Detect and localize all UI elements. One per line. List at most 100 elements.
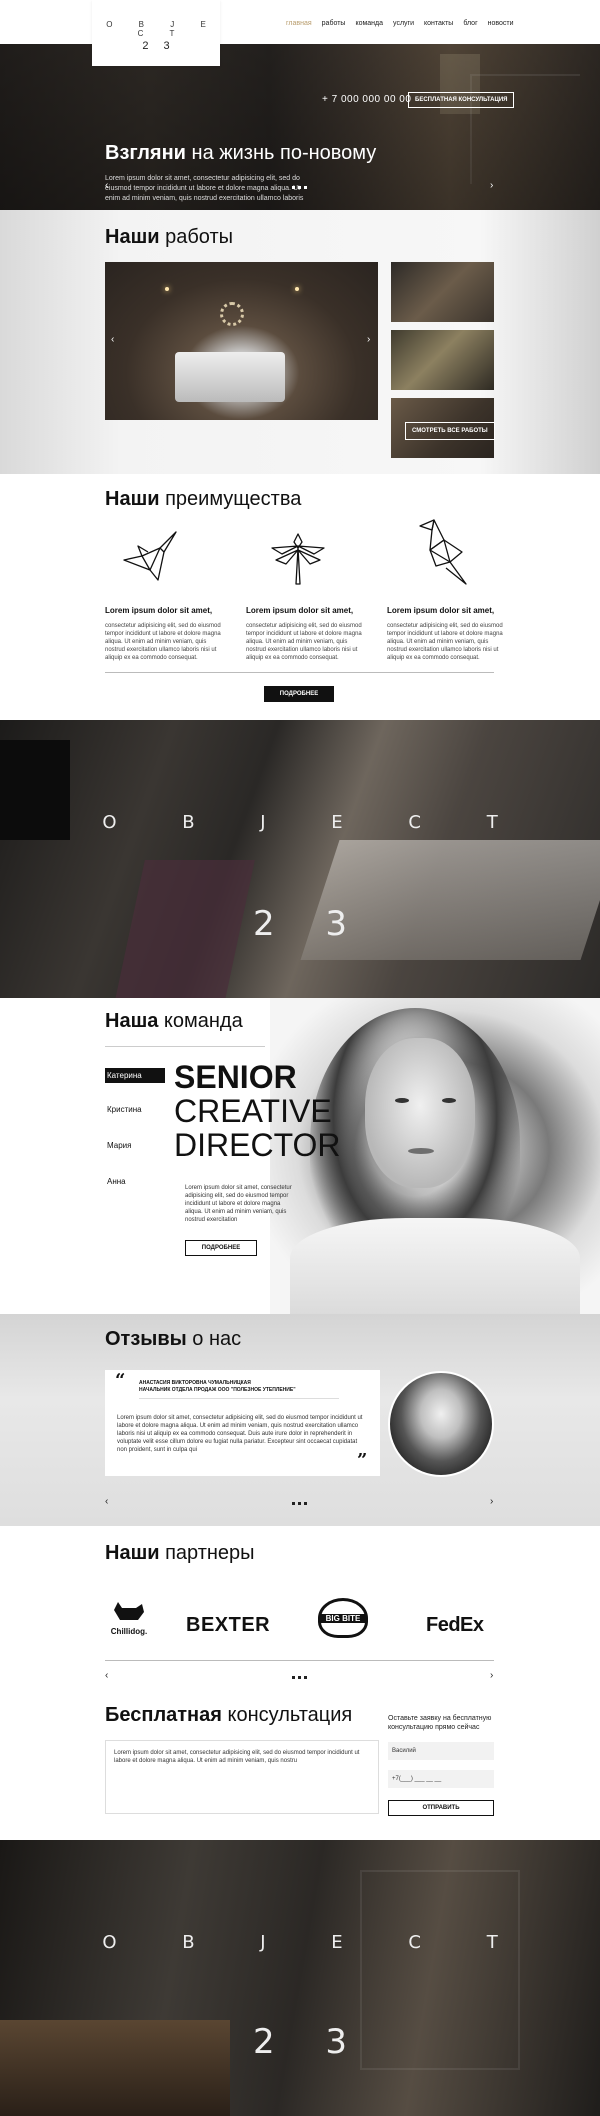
reviewer-avatar: [388, 1371, 494, 1477]
brand-banner: O B J E C T 2 3: [0, 720, 600, 998]
hero-prev-arrow-icon[interactable]: ‹: [105, 180, 108, 191]
slider-dot[interactable]: [298, 186, 301, 189]
partner-logo-text: Chillidog.: [110, 1627, 148, 1636]
slider-dot[interactable]: [292, 1676, 295, 1679]
portrait-lips: [408, 1148, 434, 1154]
reviews-prev-arrow-icon[interactable]: ‹: [105, 1496, 108, 1507]
send-button[interactable]: ОТПРАВИТЬ: [388, 1800, 494, 1816]
banner-word: O B J E C T: [102, 812, 528, 833]
hero-next-arrow-icon[interactable]: ›: [490, 180, 493, 191]
works-section: Наши работы ‹ › СМОТРЕТЬ ВСЕ РАБОТЫ: [0, 210, 600, 474]
review-text: Lorem ipsum dolor sit amet, consectetur …: [117, 1415, 363, 1453]
partners-prev-arrow-icon[interactable]: ‹: [105, 1670, 108, 1681]
slider-dot[interactable]: [298, 1502, 301, 1505]
logo-word: O B J E C T: [106, 20, 218, 38]
see-all-works-button[interactable]: СМОТРЕТЬ ВСЕ РАБОТЫ: [405, 422, 495, 440]
nav-item-team[interactable]: команда: [355, 20, 383, 27]
team-more-button[interactable]: ПОДРОБНЕЕ: [185, 1240, 257, 1256]
partners-title: Наши партнеры: [105, 1542, 255, 1565]
reviews-title-rest: о нас: [186, 1328, 242, 1350]
team-role-line: DIRECTOR: [174, 1127, 341, 1163]
team-role-line: CREATIVE: [174, 1093, 332, 1129]
team-member-tab[interactable]: Мария: [105, 1138, 165, 1153]
partners-title-rest: партнеры: [159, 1542, 255, 1564]
portrait-eye: [442, 1098, 456, 1103]
hero-title: Взгляни на жизнь по-новому: [105, 142, 376, 165]
nav-item-blog[interactable]: блог: [463, 20, 477, 27]
advantages-title: Наши преимущества: [105, 488, 301, 511]
works-title-bold: Наши: [105, 226, 160, 248]
works-title: Наши работы: [105, 226, 233, 249]
nav-item-news[interactable]: новости: [488, 20, 514, 27]
work-prev-arrow-icon[interactable]: ‹: [111, 334, 114, 345]
advantages-section: Наши преимущества Lorem ipsum dolor sit …: [0, 474, 600, 720]
hero-title-rest: на жизнь по-новому: [185, 142, 377, 164]
slider-dot[interactable]: [292, 186, 295, 189]
partner-logo-text: BIG BITE: [321, 1614, 365, 1623]
advantages-more-button[interactable]: ПОДРОБНЕЕ: [264, 686, 334, 702]
team-title: Наша команда: [105, 1010, 243, 1033]
hero-text: Lorem ipsum dolor sit amet, consectetur …: [105, 175, 304, 202]
work-thumbnail[interactable]: [391, 330, 494, 390]
work-lamp: [165, 287, 169, 291]
partners-next-arrow-icon[interactable]: ›: [490, 1670, 493, 1681]
team-member-tab[interactable]: Кристина: [105, 1102, 165, 1117]
nav-item-services[interactable]: услуги: [393, 20, 414, 27]
work-mirror: [220, 302, 244, 326]
slider-dot[interactable]: [292, 1502, 295, 1505]
name-input[interactable]: Василий: [388, 1742, 494, 1760]
slider-dot[interactable]: [304, 1502, 307, 1505]
team-member-text: Lorem ipsum dolor sit amet, consectetur …: [185, 1185, 292, 1223]
work-thumbnail[interactable]: [391, 262, 494, 322]
logo-number: 2 3: [142, 40, 176, 52]
origami-bird-icon: [123, 531, 177, 581]
consultation-form-label: Оставьте заявку на бесплатную консультац…: [388, 1715, 492, 1731]
site-header: O B J E C T 2 3 главная работы команда у…: [0, 0, 600, 66]
partner-logo-fedex[interactable]: FedEx: [426, 1614, 484, 1637]
work-bed: [175, 352, 285, 402]
team-role-line: SENIOR: [174, 1059, 297, 1095]
review-card: “ АНАСТАСИЯ ВИКТОРОВНА ЧУМАЛЬНИЦКАЯ НАЧАЛ…: [105, 1370, 380, 1476]
advantages-title-rest: преимущества: [159, 488, 302, 510]
reviews-next-arrow-icon[interactable]: ›: [490, 1496, 493, 1507]
reviews-title: Отзывы о нас: [105, 1328, 241, 1351]
hero-slider: + 7 000 000 00 00 БЕСПЛАТНАЯ КОНСУЛЬТАЦИ…: [0, 44, 600, 210]
slider-dot[interactable]: [298, 1676, 301, 1679]
partner-logo-chillidog[interactable]: Chillidog.: [104, 1600, 154, 1636]
portrait-face: [365, 1038, 475, 1188]
team-title-bold: Наша: [105, 1010, 159, 1032]
reviewer-position: НАЧАЛЬНИК ОТДЕЛА ПРОДАЖ ООО "ПОЛЕЗНОЕ УТ…: [139, 1387, 296, 1393]
partner-logo-bexter[interactable]: BEXTER: [186, 1614, 270, 1637]
advantage-title: Lorem ipsum dolor sit amet,: [105, 606, 213, 615]
hero-slider-dots: [292, 186, 307, 189]
nav-item-home[interactable]: главная: [286, 20, 312, 27]
team-section: Наша команда Катерина Кристина Мария Анн…: [0, 998, 600, 1314]
phone-input[interactable]: +7(___) ___ __ __: [388, 1770, 494, 1788]
main-nav: главная работы команда услуги контакты б…: [286, 20, 514, 27]
quote-close-icon: ”: [357, 1450, 368, 1471]
free-consultation-button[interactable]: БЕСПЛАТНАЯ КОНСУЛЬТАЦИЯ: [408, 92, 515, 108]
team-member-tab[interactable]: Анна: [105, 1174, 165, 1189]
divider: [139, 1398, 339, 1399]
reviewer-name-text: АНАСТАСИЯ ВИКТОРОВНА ЧУМАЛЬНИЦКАЯ: [139, 1380, 251, 1386]
advantage-title: Lorem ipsum dolor sit amet,: [246, 606, 354, 615]
team-member-tab[interactable]: Катерина: [105, 1068, 165, 1083]
slider-dot[interactable]: [304, 1676, 307, 1679]
origami-parrot-icon: [419, 519, 467, 585]
nav-item-contacts[interactable]: контакты: [424, 20, 453, 27]
header-phone[interactable]: + 7 000 000 00 00: [322, 94, 411, 105]
partners-title-bold: Наши: [105, 1542, 160, 1564]
divider: [105, 1660, 494, 1661]
work-main-image[interactable]: ‹ ›: [105, 262, 378, 420]
logo[interactable]: O B J E C T 2 3: [92, 0, 220, 66]
work-next-arrow-icon[interactable]: ›: [367, 334, 370, 345]
partner-logo-bigbite[interactable]: BIG BITE: [318, 1598, 368, 1638]
partners-section: Наши партнеры Chillidog. BEXTER BIG BITE…: [0, 1526, 600, 1692]
quote-open-icon: “: [115, 1370, 126, 1391]
portrait-eye: [395, 1098, 409, 1103]
advantage-text: consectetur adipisicing elit, sed do eiu…: [246, 623, 362, 661]
team-title-rest: команда: [158, 1010, 243, 1032]
divider: [105, 672, 494, 673]
nav-item-works[interactable]: работы: [322, 20, 346, 27]
slider-dot[interactable]: [304, 186, 307, 189]
